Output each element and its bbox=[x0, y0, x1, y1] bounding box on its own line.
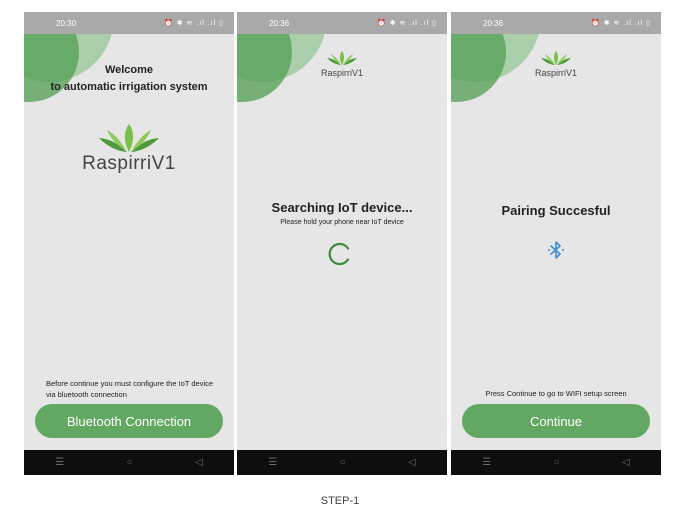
brand-name: RaspirriV1 bbox=[320, 68, 363, 78]
loading-spinner-icon bbox=[328, 242, 352, 266]
menu-icon[interactable]: ☰ bbox=[482, 457, 491, 468]
status-icons: ⏰ ✱ ≋ .ıl .ıl ▯ bbox=[164, 20, 224, 27]
status-bar: 20:36 ⏰ ✱ ≋ .ıl .ıl ▯ bbox=[237, 12, 447, 34]
status-bar: 20:36 ⏰ ✱ ≋ .ıl .ıl ▯ bbox=[451, 12, 661, 34]
home-icon[interactable]: ○ bbox=[340, 457, 346, 468]
instruction-text: Before continue you must configure the I… bbox=[46, 379, 214, 399]
leaves-logo-icon bbox=[99, 124, 159, 152]
phone-screen-welcome: 20:30 ⏰ ✱ ≋ .ıl .ıl ▯ Welcome to automat… bbox=[24, 12, 234, 475]
continue-button[interactable]: Continue bbox=[462, 404, 650, 438]
navigation-bar: ☰ ○ ◁ bbox=[237, 450, 447, 475]
step-caption: STEP-1 bbox=[320, 495, 360, 507]
leaves-logo-icon bbox=[327, 51, 357, 65]
phone-screen-searching: 20:36 ⏰ ✱ ≋ .ıl .ıl ▯ RaspirriV1 Searchi… bbox=[237, 12, 447, 475]
searching-heading: Searching IoT device... bbox=[271, 200, 413, 215]
status-bar: 20:30 ⏰ ✱ ≋ .ıl .ıl ▯ bbox=[24, 12, 234, 34]
status-time: 20:36 bbox=[483, 18, 504, 28]
bluetooth-icon bbox=[546, 240, 566, 260]
status-time: 20:36 bbox=[269, 18, 290, 28]
app-logo: RaspirriV1 bbox=[24, 122, 234, 175]
home-icon[interactable]: ○ bbox=[554, 457, 560, 468]
leaves-logo-icon bbox=[541, 51, 571, 65]
home-icon[interactable]: ○ bbox=[127, 457, 133, 468]
status-icons: ⏰ ✱ ≋ .ıl .ıl ▯ bbox=[591, 20, 651, 27]
brand-name: RaspirriV1 bbox=[534, 68, 577, 78]
status-time: 20:30 bbox=[56, 18, 77, 28]
menu-icon[interactable]: ☰ bbox=[55, 457, 64, 468]
brand-name: RaspirriV1 bbox=[82, 153, 176, 174]
back-icon[interactable]: ◁ bbox=[195, 457, 203, 468]
navigation-bar: ☰ ○ ◁ bbox=[24, 450, 234, 475]
welcome-line-1: Welcome bbox=[104, 64, 154, 76]
searching-subtext: Please hold your phone near IoT device bbox=[280, 219, 404, 226]
menu-icon[interactable]: ☰ bbox=[268, 457, 277, 468]
back-icon[interactable]: ◁ bbox=[408, 457, 416, 468]
navigation-bar: ☰ ○ ◁ bbox=[451, 450, 661, 475]
welcome-title: Welcome to automatic irrigation system bbox=[24, 62, 234, 96]
phone-screen-paired: 20:36 ⏰ ✱ ≋ .ıl .ıl ▯ RaspirriV1 Pairing… bbox=[451, 12, 661, 475]
status-icons: ⏰ ✱ ≋ .ıl .ıl ▯ bbox=[377, 20, 437, 27]
pairing-heading: Pairing Succesful bbox=[501, 203, 611, 218]
app-logo: RaspirriV1 bbox=[237, 50, 447, 78]
welcome-line-2: to automatic irrigation system bbox=[50, 81, 208, 93]
back-icon[interactable]: ◁ bbox=[622, 457, 630, 468]
bluetooth-connection-button[interactable]: Bluetooth Connection bbox=[35, 404, 223, 438]
instruction-text: Press Continue to go to WIFI setup scree… bbox=[485, 389, 627, 398]
app-logo: RaspirriV1 bbox=[451, 50, 661, 78]
